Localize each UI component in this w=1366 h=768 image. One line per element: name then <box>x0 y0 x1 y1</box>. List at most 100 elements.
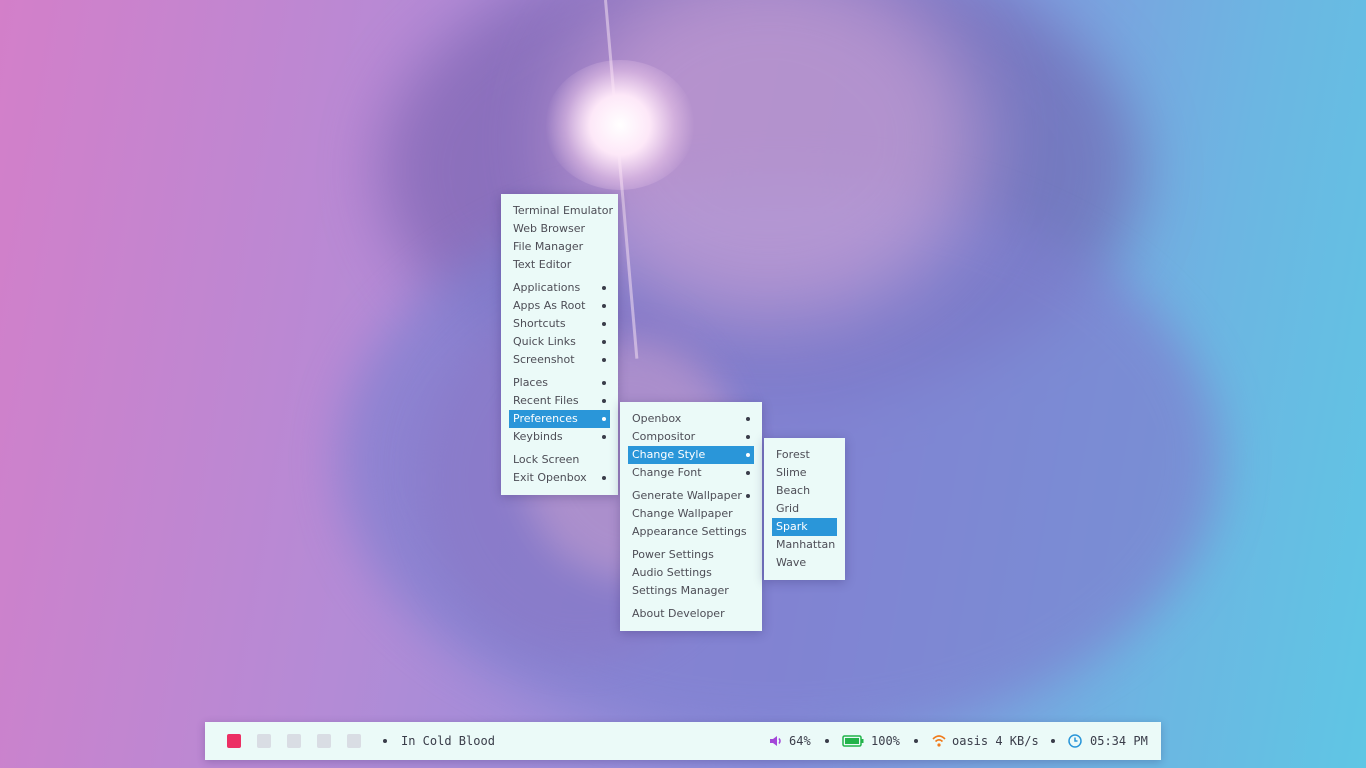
separator-dot <box>383 739 387 743</box>
workspace-button-5[interactable] <box>347 734 361 748</box>
root-menu: Terminal Emulator Web Browser File Manager… <box>501 194 618 495</box>
menu-item-spark[interactable]: Spark <box>772 518 837 536</box>
menu-item-label: Applications <box>513 281 581 294</box>
submenu-arrow-icon <box>746 471 750 475</box>
menu-item-places[interactable]: Places <box>509 374 610 392</box>
menu-item-web-browser[interactable]: Web Browser <box>509 220 610 238</box>
menu-item-label: Openbox <box>632 412 682 425</box>
submenu-arrow-icon <box>602 417 606 421</box>
submenu-arrow-icon <box>602 340 606 344</box>
preferences-submenu: Openbox Compositor Change Style Change Font… <box>620 402 762 631</box>
menu-item-change-font[interactable]: Change Font <box>628 464 754 482</box>
separator-dot <box>825 739 829 743</box>
battery-level: 100% <box>871 734 900 748</box>
menu-item-label: Text Editor <box>513 258 572 271</box>
menu-item-exit-openbox[interactable]: Exit Openbox <box>509 469 610 487</box>
menu-item-file-manager[interactable]: File Manager <box>509 238 610 256</box>
menu-item-wave[interactable]: Wave <box>772 554 837 572</box>
menu-item-label: Slime <box>776 466 807 479</box>
menu-item-label: Wave <box>776 556 807 569</box>
menu-item-screenshot[interactable]: Screenshot <box>509 351 610 369</box>
menu-item-keybinds[interactable]: Keybinds <box>509 428 610 446</box>
menu-item-lock-screen[interactable]: Lock Screen <box>509 451 610 469</box>
wifi-icon[interactable] <box>931 733 947 749</box>
menu-item-manhattan[interactable]: Manhattan <box>772 536 837 554</box>
network-status[interactable]: oasis 4 KB/s <box>952 733 1039 749</box>
menu-item-label: Exit Openbox <box>513 471 587 484</box>
menu-item-label: Change Style <box>632 448 706 461</box>
menu-item-label: Power Settings <box>632 548 714 561</box>
menu-item-label: Screenshot <box>513 353 575 366</box>
menu-item-label: About Developer <box>632 607 725 620</box>
menu-item-label: Forest <box>776 448 810 461</box>
menu-item-power-settings[interactable]: Power Settings <box>628 546 754 564</box>
submenu-arrow-icon <box>602 399 606 403</box>
menu-item-label: Web Browser <box>513 222 586 235</box>
menu-item-appearance-settings[interactable]: Appearance Settings <box>628 523 754 541</box>
workspace-button-3[interactable] <box>287 734 301 748</box>
window-title: In Cold Blood <box>401 734 495 748</box>
workspace-button-1[interactable] <box>227 734 241 748</box>
submenu-arrow-icon <box>602 304 606 308</box>
menu-item-grid[interactable]: Grid <box>772 500 837 518</box>
submenu-arrow-icon <box>602 476 606 480</box>
bottom-panel: In Cold Blood 64% 100% oasis 4 KB/s 05:3… <box>205 722 1161 760</box>
workspace-button-2[interactable] <box>257 734 271 748</box>
menu-item-compositor[interactable]: Compositor <box>628 428 754 446</box>
menu-item-shortcuts[interactable]: Shortcuts <box>509 315 610 333</box>
menu-item-label: Terminal Emulator <box>513 204 613 217</box>
menu-item-label: Preferences <box>513 412 578 425</box>
submenu-arrow-icon <box>602 358 606 362</box>
volume-level[interactable]: 64% <box>789 733 811 749</box>
menu-item-label: Recent Files <box>513 394 579 407</box>
volume-icon[interactable] <box>768 733 784 749</box>
menu-item-label: Shortcuts <box>513 317 566 330</box>
separator-dot <box>914 739 918 743</box>
menu-item-preferences[interactable]: Preferences <box>509 410 610 428</box>
menu-item-recent-files[interactable]: Recent Files <box>509 392 610 410</box>
menu-item-openbox[interactable]: Openbox <box>628 410 754 428</box>
desktop-wallpaper <box>0 0 1366 768</box>
menu-item-label: Places <box>513 376 548 389</box>
submenu-arrow-icon <box>746 453 750 457</box>
menu-item-change-wallpaper[interactable]: Change Wallpaper <box>628 505 754 523</box>
menu-item-generate-wallpaper[interactable]: Generate Wallpaper <box>628 487 754 505</box>
change-style-submenu: Forest Slime Beach Grid Spark Manhattan Wave <box>764 438 845 580</box>
menu-item-audio-settings[interactable]: Audio Settings <box>628 564 754 582</box>
menu-item-label: Change Wallpaper <box>632 507 733 520</box>
clock-icon <box>1067 733 1083 749</box>
menu-item-terminal-emulator[interactable]: Terminal Emulator <box>509 202 613 220</box>
menu-item-change-style[interactable]: Change Style <box>628 446 754 464</box>
menu-item-label: Spark <box>776 520 808 533</box>
menu-item-text-editor[interactable]: Text Editor <box>509 256 610 274</box>
submenu-arrow-icon <box>602 381 606 385</box>
menu-item-label: Beach <box>776 484 811 497</box>
submenu-arrow-icon <box>602 322 606 326</box>
menu-item-apps-as-root[interactable]: Apps As Root <box>509 297 610 315</box>
menu-item-label: Quick Links <box>513 335 576 348</box>
menu-item-beach[interactable]: Beach <box>772 482 837 500</box>
menu-item-label: Lock Screen <box>513 453 580 466</box>
workspace-button-4[interactable] <box>317 734 331 748</box>
menu-item-label: Generate Wallpaper <box>632 489 742 502</box>
menu-item-label: Grid <box>776 502 800 515</box>
menu-item-settings-manager[interactable]: Settings Manager <box>628 582 754 600</box>
menu-item-forest[interactable]: Forest <box>772 446 837 464</box>
menu-item-label: File Manager <box>513 240 584 253</box>
menu-item-label: Audio Settings <box>632 566 712 579</box>
menu-item-label: Manhattan <box>776 538 836 551</box>
submenu-arrow-icon <box>602 286 606 290</box>
menu-item-label: Apps As Root <box>513 299 586 312</box>
menu-item-slime[interactable]: Slime <box>772 464 837 482</box>
wallpaper-sparkle <box>545 60 695 190</box>
menu-item-label: Settings Manager <box>632 584 729 597</box>
menu-item-label: Change Font <box>632 466 702 479</box>
menu-item-applications[interactable]: Applications <box>509 279 610 297</box>
menu-item-quick-links[interactable]: Quick Links <box>509 333 610 351</box>
menu-item-label: Keybinds <box>513 430 563 443</box>
submenu-arrow-icon <box>746 435 750 439</box>
menu-item-about-developer[interactable]: About Developer <box>628 605 754 623</box>
menu-item-label: Compositor <box>632 430 696 443</box>
menu-item-label: Appearance Settings <box>632 525 747 538</box>
clock-time[interactable]: 05:34 PM <box>1090 733 1148 749</box>
